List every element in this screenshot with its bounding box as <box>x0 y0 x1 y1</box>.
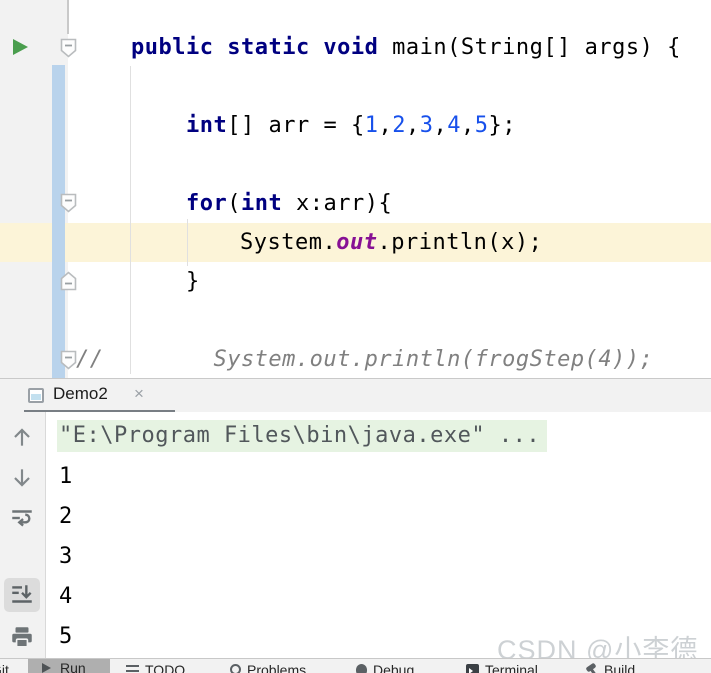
fold-collapse-icon[interactable] <box>60 350 77 370</box>
code-line: // System.out.println(frogStep(4)); <box>76 347 654 372</box>
console-line: 3 <box>59 544 73 569</box>
code-line: for(int x:arr){ <box>186 191 393 216</box>
ide-window: public static void main(String[] args) {… <box>0 0 711 673</box>
build-icon <box>586 664 598 673</box>
console-icon <box>28 388 44 403</box>
debug-icon <box>356 664 367 673</box>
code-line: int[] arr = {1,2,3,4,5}; <box>186 113 516 138</box>
close-icon[interactable]: × <box>134 384 144 404</box>
todo-icon <box>126 665 139 673</box>
console-command-line: "E:\Program Files\bin\java.exe" ... <box>57 416 548 456</box>
code-line: } <box>186 269 200 294</box>
indent-guide <box>130 66 131 374</box>
toolbar-item-problems[interactable]: Problems <box>230 662 306 673</box>
console-line: 2 <box>59 504 73 529</box>
console-line: 5 <box>59 624 73 649</box>
scroll-to-end-icon[interactable] <box>9 582 35 608</box>
fold-collapse-icon[interactable] <box>60 38 77 58</box>
code-line: public static void main(String[] args) { <box>131 35 681 60</box>
tool-window-bar: Git Run TODO Problems Debug Terminal Bui… <box>0 658 711 673</box>
console-tab-bar: Demo2 × <box>0 378 711 414</box>
console-toolbar <box>0 412 46 673</box>
code-line: System.out.println(x); <box>240 230 543 255</box>
tab-label: Demo2 <box>53 384 108 403</box>
gutter-separator <box>67 0 69 34</box>
fold-end-icon[interactable] <box>60 271 77 291</box>
indent-guide <box>187 219 188 266</box>
toolbar-item-debug[interactable]: Debug <box>356 662 414 673</box>
console-output[interactable]: "E:\Program Files\bin\java.exe" ... 1 2 … <box>0 412 711 673</box>
console-line: 4 <box>59 584 73 609</box>
toolbar-item-todo[interactable]: TODO <box>126 662 185 673</box>
soft-wrap-icon[interactable] <box>9 505 35 531</box>
run-icon[interactable] <box>13 39 28 55</box>
gutter-change-bar <box>52 65 65 378</box>
problems-icon <box>230 664 241 673</box>
console-line: 1 <box>59 464 73 489</box>
printer-icon[interactable] <box>9 624 35 650</box>
fold-collapse-icon[interactable] <box>60 193 77 213</box>
toolbar-item-build[interactable]: Build <box>586 662 635 673</box>
terminal-icon <box>466 664 479 673</box>
toolbar-item-terminal[interactable]: Terminal <box>466 662 538 673</box>
down-arrow-icon[interactable] <box>9 465 35 491</box>
toolbar-item-git[interactable]: Git <box>0 662 9 673</box>
play-icon <box>42 663 51 673</box>
run-tool-window: Demo2 × "E:\Program Files\bin\java.exe" … <box>0 378 711 673</box>
code-editor[interactable]: public static void main(String[] args) {… <box>0 0 711 378</box>
tab-demo2[interactable]: Demo2 × <box>12 381 175 413</box>
up-arrow-icon[interactable] <box>9 424 35 450</box>
toolbar-item-run[interactable]: Run <box>28 659 110 673</box>
